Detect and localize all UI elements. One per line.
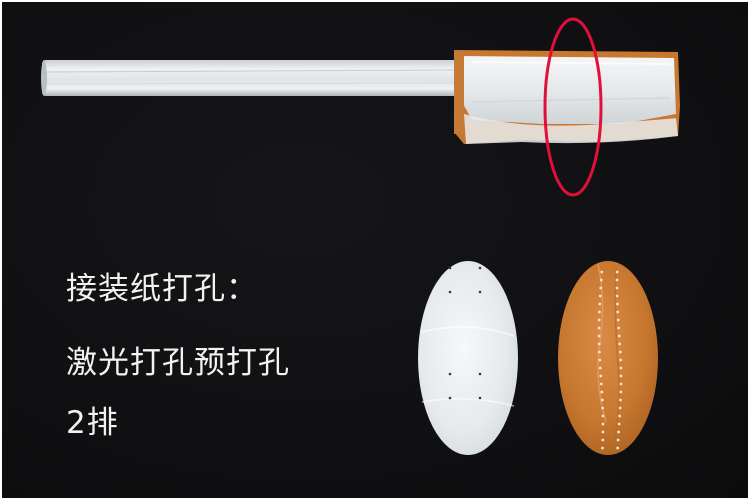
tipping-paper-wrap (454, 50, 680, 144)
perforation-hole (616, 318, 620, 322)
perforation-hole (598, 294, 602, 298)
perforation-hole (618, 350, 622, 354)
caption-method: 激光打孔预打孔 (66, 345, 290, 381)
perforation-hole (618, 414, 622, 418)
caption-title: 接装纸打孔： (66, 271, 258, 307)
perforation-hole (619, 398, 622, 402)
perforation-hole (597, 326, 601, 330)
photo-frame: 接装纸打孔： 激光打孔预打孔 2排 (2, 2, 748, 498)
perforation-hole (619, 382, 623, 386)
perforation-hole (600, 398, 604, 402)
perforation-hole (615, 270, 619, 274)
perforation-hole (616, 438, 620, 442)
perforation-hole (617, 326, 621, 330)
perforation-hole (619, 358, 623, 362)
perforation-hole (601, 438, 605, 442)
perforation-hole (618, 342, 622, 346)
perforation-hole (598, 310, 601, 314)
perforation-hole (601, 446, 604, 450)
perforation-hole (599, 382, 603, 386)
perforation-hole (597, 334, 601, 338)
perforation-hole (615, 286, 619, 290)
perforation-hole (597, 342, 601, 346)
perforation-hole (598, 366, 602, 370)
perforation-hole (600, 390, 604, 394)
perforation-hole (601, 430, 605, 434)
perforation-hole (597, 318, 601, 322)
perforation-hole (599, 278, 603, 282)
perforation-hole (619, 374, 623, 378)
perforation-hole (599, 374, 603, 378)
perforation-hole (598, 302, 602, 306)
perforation-hole (599, 286, 603, 290)
perforation-hole (598, 350, 601, 354)
perforation-hole (598, 358, 602, 362)
perforation-hole (601, 414, 605, 418)
perforation-hole (618, 406, 622, 410)
perforation-hole (616, 446, 620, 450)
perforation-hole (600, 270, 604, 274)
caption-rows: 2排 (66, 405, 119, 441)
perforation-hole (617, 334, 621, 338)
perforation-hole (617, 422, 621, 426)
perforation-hole (617, 430, 621, 434)
perforation-hole (615, 302, 619, 306)
perforation-hole (616, 310, 620, 314)
perforation-hole (615, 294, 619, 298)
white-perforated-sample (418, 261, 518, 455)
perforation-hole (601, 422, 605, 426)
perforation-hole (619, 366, 623, 370)
orange-perforated-sample (558, 261, 658, 455)
perforation-hole (601, 406, 605, 410)
perforation-hole (619, 390, 623, 394)
perforation-hole (615, 278, 619, 282)
filter-rod (41, 60, 460, 96)
